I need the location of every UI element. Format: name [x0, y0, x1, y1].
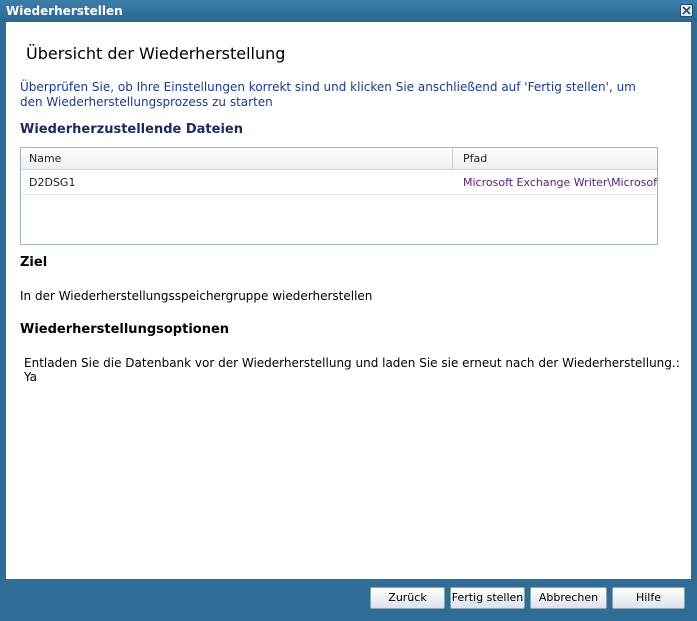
close-button[interactable]: [680, 4, 693, 17]
files-table: Name Pfad D2DSG1 Microsoft Exchange Writ…: [20, 147, 658, 245]
help-button[interactable]: Hilfe: [612, 587, 685, 609]
files-section-title: Wiederherzustellende Dateien: [20, 122, 243, 137]
option-text: Entladen Sie die Datenbank vor der Wiede…: [24, 356, 680, 384]
page-title: Übersicht der Wiederherstellung: [26, 44, 286, 63]
cell-name: D2DSG1: [29, 176, 76, 189]
finish-button[interactable]: Fertig stellen: [450, 587, 525, 609]
column-header-path[interactable]: Pfad: [463, 152, 487, 165]
button-bar: Zurück Fertig stellen Abbrechen Hilfe: [0, 579, 697, 621]
restore-dialog: Wiederherstellen Übersicht der Wiederher…: [0, 0, 697, 621]
column-header-name[interactable]: Name: [29, 152, 61, 165]
cell-path: Microsoft Exchange Writer\Microsoft: [463, 176, 658, 189]
table-header: Name Pfad: [21, 148, 657, 170]
column-divider[interactable]: [452, 148, 453, 169]
close-icon: [682, 6, 691, 15]
intro-text: Überprüfen Sie, ob Ihre Einstellungen ko…: [20, 80, 636, 109]
window-title: Wiederherstellen: [6, 4, 123, 18]
target-section-title: Ziel: [20, 255, 48, 270]
target-text: In der Wiederherstellungsspeichergruppe …: [20, 289, 373, 303]
cancel-button[interactable]: Abbrechen: [530, 587, 607, 609]
table-row[interactable]: D2DSG1 Microsoft Exchange Writer\Microso…: [21, 170, 657, 195]
title-bar: Wiederherstellen: [0, 0, 697, 22]
options-section-title: Wiederherstellungsoptionen: [20, 322, 230, 337]
dialog-content: Übersicht der Wiederherstellung Überprüf…: [6, 22, 691, 579]
back-button[interactable]: Zurück: [370, 587, 445, 609]
